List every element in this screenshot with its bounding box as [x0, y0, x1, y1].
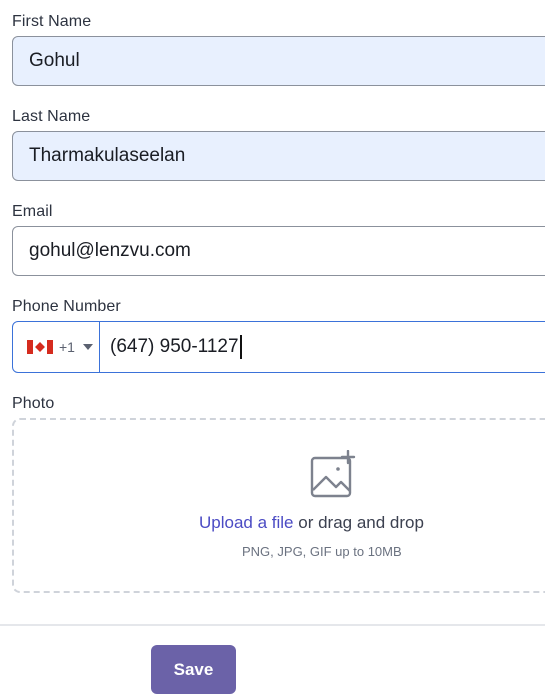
- divider: [0, 624, 545, 626]
- upload-file-link[interactable]: Upload a file: [199, 513, 294, 532]
- last-name-label: Last Name: [12, 108, 91, 125]
- first-name-label: First Name: [12, 13, 92, 30]
- file-type-hint: PNG, JPG, GIF up to 10MB: [242, 544, 402, 559]
- phone-input[interactable]: (647) 950-1127: [100, 322, 545, 372]
- first-name-input[interactable]: Gohul: [12, 36, 545, 86]
- phone-field: +1 (647) 950-1127: [12, 321, 545, 373]
- chevron-down-icon: [82, 344, 93, 350]
- photo-dropzone[interactable]: Upload a file or drag and drop PNG, JPG,…: [12, 418, 545, 593]
- last-name-input[interactable]: Tharmakulaseelan: [12, 131, 545, 181]
- drag-drop-text: or drag and drop: [293, 513, 424, 532]
- email-label: Email: [12, 203, 53, 220]
- save-button[interactable]: Save: [151, 645, 236, 694]
- image-add-icon: [310, 450, 356, 498]
- phone-label: Phone Number: [12, 298, 121, 315]
- country-code-select[interactable]: +1: [13, 322, 100, 372]
- phone-value: (647) 950-1127: [110, 336, 239, 357]
- photo-label: Photo: [12, 395, 55, 412]
- email-input[interactable]: gohul@lenzvu.com: [12, 226, 545, 276]
- text-cursor: [239, 335, 242, 359]
- canada-flag-icon: [27, 340, 53, 354]
- dial-code: +1: [59, 339, 75, 355]
